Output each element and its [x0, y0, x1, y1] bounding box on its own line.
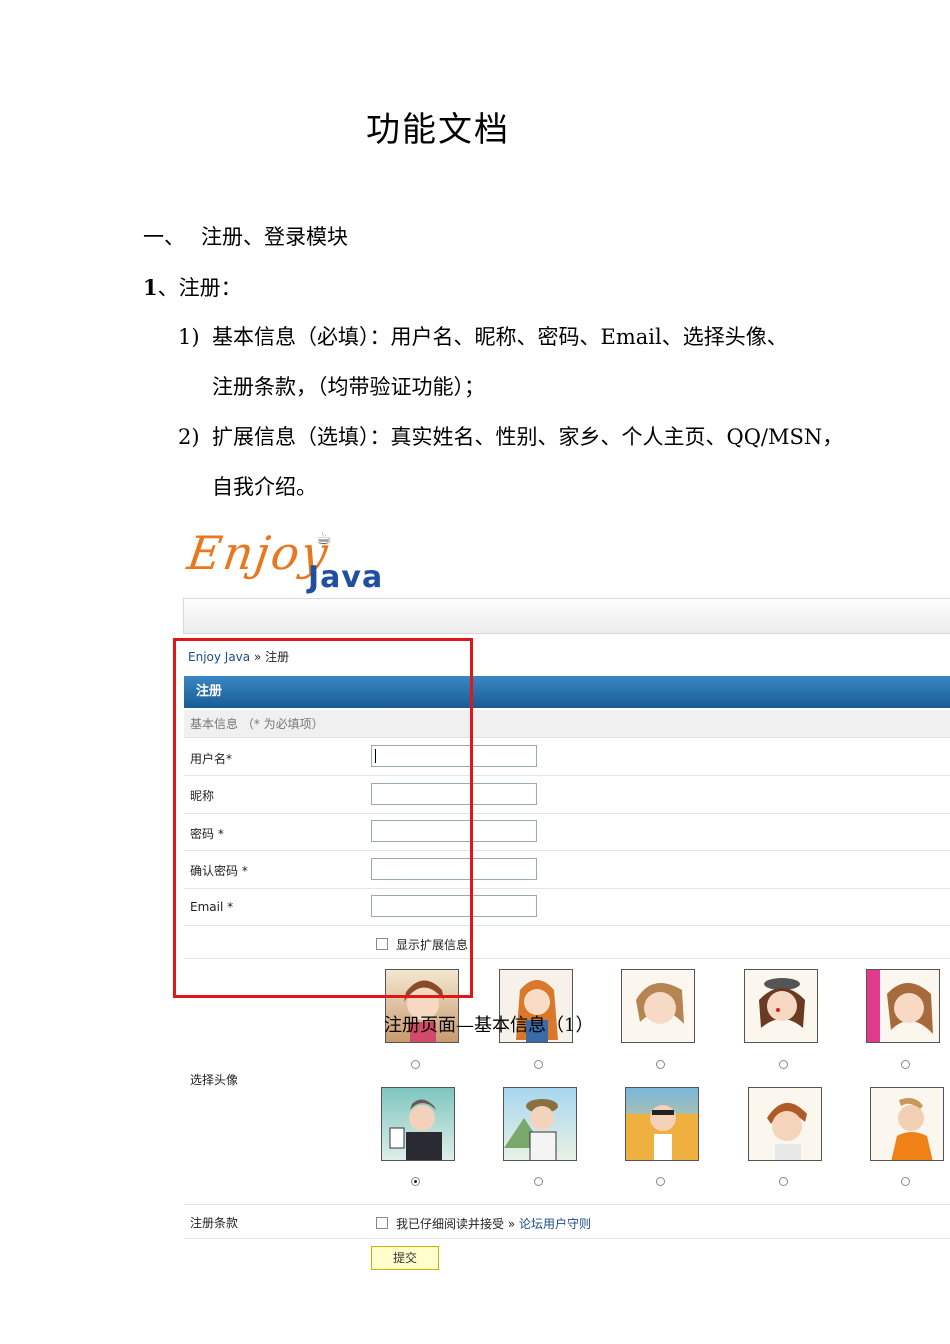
figure-caption: 注册页面—基本信息（1）: [384, 1015, 594, 1036]
list-item-text: 基本信息（必填）：用户名、昵称、密码、Email、选择头像、: [212, 325, 788, 349]
avatar-label: 选择头像: [190, 1073, 239, 1087]
submit-button[interactable]: 提交: [371, 1246, 439, 1270]
logo-java-text: Java: [308, 560, 384, 595]
avatar-image-5[interactable]: [866, 969, 940, 1043]
terms-label: 注册条款: [190, 1216, 239, 1230]
list-item-1-continued: 注册条款，（均带验证功能）；: [212, 375, 485, 399]
terms-agree-wrap: 我已仔细阅读并接受 » 论坛用户守则: [376, 1215, 591, 1232]
list-item-text: 扩展信息（选填）：真实姓名、性别、家乡、个人主页、QQ/MSN，: [212, 425, 844, 449]
avatar-image-7[interactable]: [503, 1087, 577, 1161]
section-number: 一、: [143, 225, 185, 249]
avatar-radio-6[interactable]: [411, 1177, 420, 1186]
avatar-radio-10[interactable]: [901, 1177, 910, 1186]
document-title: 功能文档: [366, 110, 510, 150]
avatar-radio-1[interactable]: [411, 1060, 420, 1069]
coffee-cup-icon: ☕: [316, 528, 333, 549]
subsection-heading: 1、注册：: [143, 272, 242, 302]
section-heading: 一、 注册、登录模块: [143, 221, 348, 251]
avatar-image-9[interactable]: [748, 1087, 822, 1161]
avatar-image-3[interactable]: [621, 969, 695, 1043]
terms-link[interactable]: 论坛用户守则: [519, 1217, 591, 1231]
list-item-2: 2) 扩展信息（选填）：真实姓名、性别、家乡、个人主页、QQ/MSN，: [178, 421, 843, 451]
avatar-image-6[interactable]: [381, 1087, 455, 1161]
avatar-image-10[interactable]: [870, 1087, 944, 1161]
list-item-2-continued: 自我介绍。: [212, 475, 317, 499]
terms-row: 注册条款 我已仔细阅读并接受 » 论坛用户守则: [184, 1205, 950, 1239]
avatar-radio-3[interactable]: [656, 1060, 665, 1069]
avatar-radio-9[interactable]: [779, 1177, 788, 1186]
terms-text: 我已仔细阅读并接受: [396, 1217, 505, 1231]
avatar-image-8[interactable]: [625, 1087, 699, 1161]
avatar-radio-5[interactable]: [901, 1060, 910, 1069]
terms-separator: »: [507, 1217, 516, 1231]
avatar-image-4[interactable]: [744, 969, 818, 1043]
avatar-radio-4[interactable]: [779, 1060, 788, 1069]
subsection-number: 1: [143, 275, 158, 300]
avatar-radio-8[interactable]: [656, 1177, 665, 1186]
list-item-number: 2): [178, 425, 200, 449]
top-nav-bar: [183, 598, 950, 634]
section-title: 注册、登录模块: [201, 225, 348, 249]
list-item-1: 1) 基本信息（必填）：用户名、昵称、密码、Email、选择头像、: [178, 321, 788, 351]
list-item-number: 1): [178, 325, 200, 349]
highlight-box: [173, 638, 473, 998]
avatar-radio-7[interactable]: [534, 1177, 543, 1186]
site-logo: Enjoy ☕ Java: [184, 524, 448, 595]
subsection-title: 、注册：: [157, 276, 242, 300]
avatar-radio-2[interactable]: [534, 1060, 543, 1069]
terms-checkbox[interactable]: [376, 1217, 388, 1229]
